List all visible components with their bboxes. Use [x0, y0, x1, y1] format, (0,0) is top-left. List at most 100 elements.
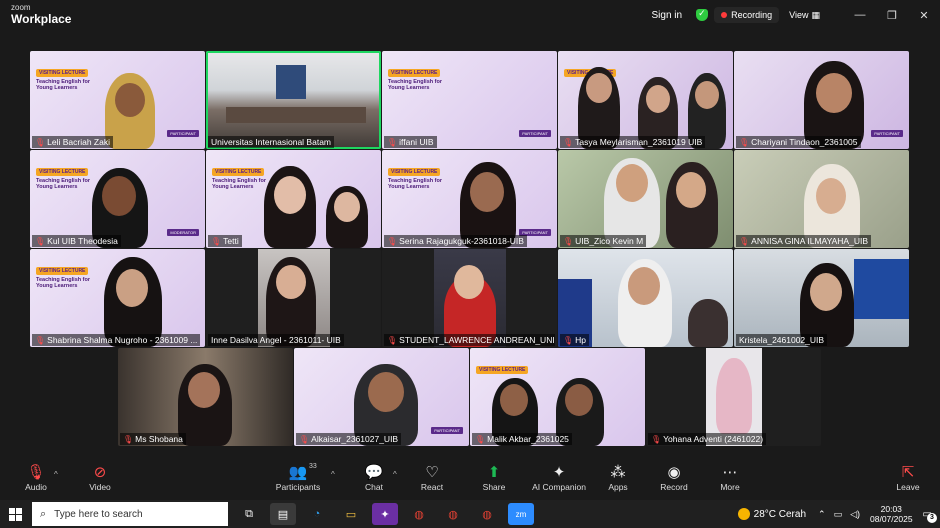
volume-icon[interactable]: ◁)	[850, 509, 860, 520]
chrome-profile-icon[interactable]: ◍	[440, 503, 466, 525]
encryption-shield-icon[interactable]	[696, 8, 709, 21]
time: 20:03	[880, 503, 902, 514]
network-icon[interactable]: ▭	[834, 509, 843, 520]
participant-tile[interactable]: 🎙 Ms Shobana	[118, 348, 293, 446]
person-face	[816, 73, 852, 113]
person-face	[676, 172, 706, 208]
slide-banner: VISITING LECTURE	[36, 267, 89, 275]
participant-tile[interactable]: VISITING LECTURE Teaching English for Yo…	[206, 150, 381, 248]
weather-widget[interactable]: 28°C Cerah	[737, 508, 806, 520]
recording-indicator[interactable]: Recording	[714, 7, 780, 23]
participants-count: 33	[309, 463, 317, 470]
app-icon[interactable]: ✦	[372, 503, 398, 525]
avatar-face	[115, 83, 145, 117]
person-face	[188, 372, 220, 408]
participants-options-chevron-icon[interactable]: ^	[331, 470, 335, 479]
system-tray: 28°C Cerah ⌃ ▭ ◁) 20:03 08/07/2025 ▭3	[737, 500, 940, 528]
participant-name-label: Inne Dasilva Angel - 2361011- UIB	[208, 334, 344, 346]
participant-tile[interactable]: VISITING LECTURE Teaching English for Yo…	[30, 150, 205, 248]
participant-tile[interactable]: VISITING LECTURE Teaching English for Yo…	[382, 150, 557, 248]
windows-icon	[8, 507, 22, 521]
video-button[interactable]: ⊘ Video	[86, 464, 114, 492]
tray-chevron-up-icon[interactable]: ⌃	[818, 509, 826, 520]
sign-in-link[interactable]: Sign in	[652, 10, 683, 21]
chrome-profile-2-icon[interactable]: ◍	[474, 503, 500, 525]
sparkle-icon: ✦	[552, 464, 566, 481]
participant-tile[interactable]: VISITING LECTURE 🎙 Malik Akbar_2361025	[470, 348, 645, 446]
record-button[interactable]: ◉ Record	[658, 464, 690, 492]
slide-banner: VISITING LECTURE	[476, 366, 529, 374]
person-face	[500, 384, 528, 416]
participant-tile[interactable]: VISITING LECTURE Teaching English for Yo…	[382, 51, 557, 149]
participant-tile[interactable]: Universitas Internasional Batam	[206, 51, 381, 149]
participant-tile[interactable]: 🎙 UIB_Zico Kevin M	[558, 150, 733, 248]
participant-badge: PARTICIPANT	[167, 130, 199, 137]
notification-count: 3	[927, 512, 937, 523]
chrome-icon[interactable]: ◍	[406, 503, 432, 525]
ai-companion-button[interactable]: ✦ AI Companion	[530, 464, 588, 492]
taskbar-search-box[interactable]: ⌕ Type here to search	[32, 502, 228, 526]
slide-banner: VISITING LECTURE	[388, 69, 441, 77]
person	[688, 299, 728, 347]
minimize-button[interactable]: —	[844, 9, 876, 21]
participant-tile[interactable]: 🎙 Yohana Adventi (2461022)	[646, 348, 821, 446]
clock[interactable]: 20:03 08/07/2025	[870, 504, 913, 524]
participant-name-label: 🎙 Tetti	[208, 235, 242, 247]
person-face	[816, 178, 846, 214]
mic-muted-icon: 🎙	[387, 236, 398, 246]
task-view-icon[interactable]: ⧉	[236, 503, 262, 525]
notification-icon[interactable]: ▭3	[923, 509, 937, 523]
mic-muted-icon: 🎙	[563, 137, 574, 147]
participant-name-label: 🎙 Shabrina Shalma Nugroho - 2361009 ...	[32, 334, 201, 346]
close-window-button[interactable]: ✕	[908, 9, 940, 22]
view-label: View	[789, 10, 809, 20]
classroom-desks	[226, 107, 366, 123]
participant-name-label: 🎙 UIB_Zico Kevin M	[560, 235, 647, 247]
person-face	[565, 384, 593, 416]
zoom-taskbar-icon[interactable]: zm	[508, 503, 534, 525]
file-explorer-icon[interactable]: ▭	[338, 503, 364, 525]
participant-tile[interactable]: VISITING LECTURE Teaching English for Yo…	[30, 249, 205, 347]
slide-banner: VISITING LECTURE	[36, 168, 89, 176]
more-icon: ⋯	[722, 464, 738, 481]
participant-name-label: 🎙 Leli Bacriah Zaki	[32, 136, 113, 148]
apps-icon: ⁂	[610, 464, 626, 481]
participant-tile[interactable]: VISITING LECTURE Teaching English for Yo…	[30, 51, 205, 149]
participant-tile[interactable]: 🎙 Hp	[558, 249, 733, 347]
audio-button[interactable]: 🎙 Audio	[22, 464, 50, 492]
chat-options-chevron-icon[interactable]: ^	[393, 470, 397, 479]
share-button[interactable]: ⬆ Share	[480, 464, 508, 492]
more-button[interactable]: ⋯ More	[716, 464, 744, 492]
audio-options-chevron-icon[interactable]: ^	[54, 470, 58, 479]
participant-name-label: 🎙 Ms Shobana	[120, 433, 186, 445]
participant-name-label: Universitas Internasional Batam	[208, 136, 335, 148]
view-button[interactable]: View ▦	[789, 10, 820, 21]
chat-button[interactable]: 💬 Chat	[360, 464, 388, 492]
participant-name-label: 🎙 Alkaisar_2361027_UIB	[296, 433, 402, 445]
participant-tile[interactable]: 🎙 STUDENT_LAWRENCE ANDREAN_UNI...	[382, 249, 557, 347]
person-face	[368, 372, 404, 412]
participant-name-label: 🎙 Hp	[560, 334, 590, 346]
person-face	[116, 269, 148, 307]
windows-taskbar: ⌕ Type here to search ⧉ ▤ ◔ ▭ ✦ ◍ ◍ ◍ zm…	[0, 500, 940, 528]
mic-muted-icon: 🎙	[563, 335, 574, 345]
maximize-button[interactable]: ❐	[876, 9, 908, 22]
start-button[interactable]	[0, 500, 30, 528]
temperature: 28°C	[753, 508, 776, 520]
participant-tile[interactable]: 🎙 ANNISA GINA ILMAYAHA_UIB	[734, 150, 909, 248]
apps-button[interactable]: ⁂ Apps	[604, 464, 632, 492]
search-icon: ⌕	[40, 507, 47, 520]
store-icon[interactable]: ▤	[270, 503, 296, 525]
participant-tile[interactable]: Kristela_2461002_UIB	[734, 249, 909, 347]
participant-tile[interactable]: Inne Dasilva Angel - 2361011- UIB	[206, 249, 381, 347]
leave-button[interactable]: ⇱ Leave	[894, 464, 922, 492]
mic-muted-icon: 🎙	[387, 137, 398, 147]
participant-tile[interactable]: PARTICIPANT 🎙 Chariyani Tindaon_2361005	[734, 51, 909, 149]
brand-small: zoom	[11, 3, 31, 12]
participant-badge: PARTICIPANT	[431, 427, 463, 434]
participant-tile[interactable]: VISITING LECTURE 🎙Tasya Meylarisman_2361…	[558, 51, 733, 149]
participant-tile[interactable]: PARTICIPANT 🎙 Alkaisar_2361027_UIB	[294, 348, 469, 446]
edge-icon[interactable]: ◔	[304, 503, 330, 525]
react-button[interactable]: ♡ React	[418, 464, 446, 492]
slide-banner: VISITING LECTURE	[212, 168, 265, 176]
